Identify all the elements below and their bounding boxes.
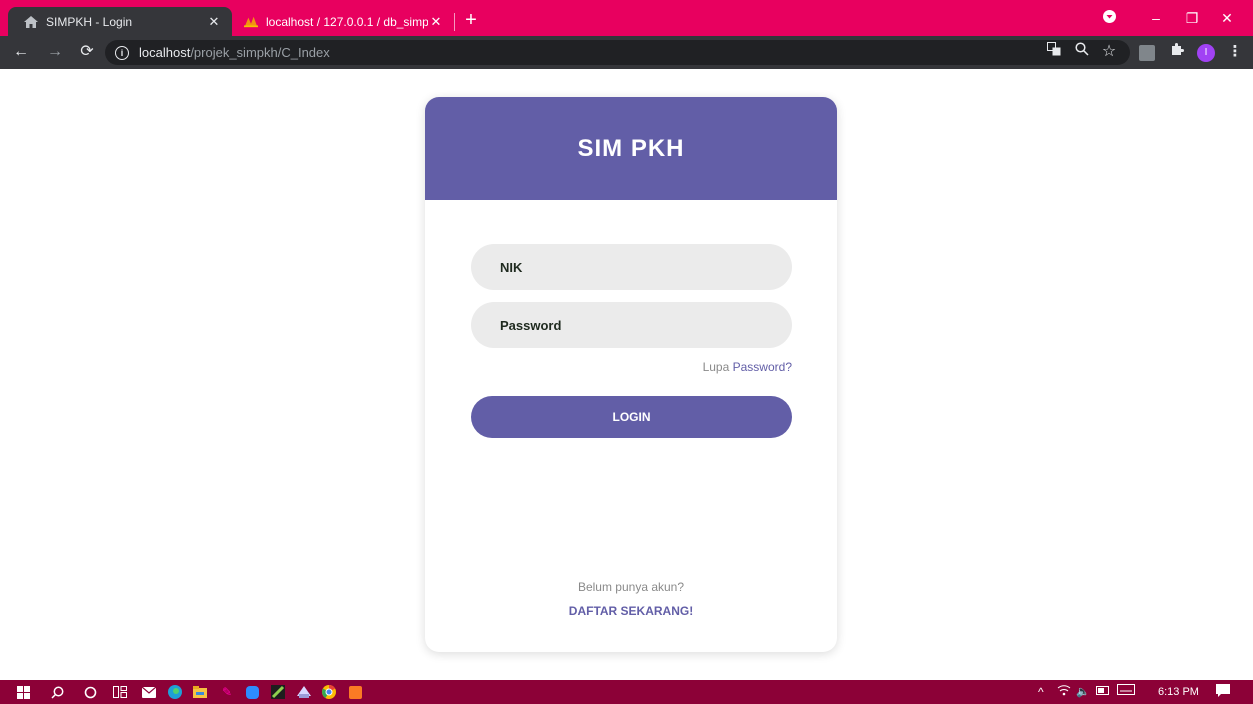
tab-title: SIMPKH - Login [46, 14, 133, 29]
signup-link[interactable]: DAFTAR SEKARANG! [425, 604, 837, 618]
password-input[interactable] [471, 302, 792, 348]
show-hidden-icons-chevron-icon[interactable]: ^ [1038, 684, 1044, 700]
cortana-icon[interactable] [81, 683, 99, 701]
profile-menu-circle-icon[interactable] [1097, 6, 1121, 30]
clock-time[interactable]: 6:13 PM [1158, 684, 1199, 700]
address-bar[interactable]: i localhost/projek_simpkh/C_Index [105, 40, 1130, 65]
extension-icon[interactable] [1139, 45, 1155, 61]
zoom-icon[interactable] [1071, 41, 1093, 63]
site-info-icon[interactable]: i [115, 45, 129, 60]
menu-kebab-icon[interactable]: ⋮ [1224, 41, 1246, 63]
house-icon [24, 15, 38, 29]
chrome-icon[interactable] [320, 683, 338, 701]
phpmyadmin-icon [244, 15, 258, 29]
task-view-icon[interactable] [111, 683, 129, 701]
login-button[interactable]: LOGIN [471, 396, 792, 438]
keyboard-icon[interactable] [1117, 684, 1135, 700]
zoom-app-icon[interactable] [243, 683, 261, 701]
login-card: SIM PKH Lupa Password? LOGIN Belum punya… [425, 97, 837, 652]
tab-simpkh-login[interactable]: SIMPKH - Login ✕ [8, 7, 232, 36]
back-arrow-icon[interactable]: ← [10, 41, 32, 63]
tab-title: localhost / 127.0.0.1 / db_simpkh [266, 14, 428, 29]
tab-close-icon[interactable]: ✕ [206, 14, 222, 30]
url-path: /projek_simpkh/C_Index [190, 45, 330, 60]
battery-icon[interactable] [1096, 684, 1110, 700]
close-window-icon[interactable]: ✕ [1215, 6, 1239, 30]
xampp-icon[interactable] [346, 683, 364, 701]
notification-center-icon[interactable] [1216, 684, 1230, 700]
extensions-puzzle-icon[interactable] [1166, 41, 1188, 63]
nik-input[interactable] [471, 244, 792, 290]
mail-icon[interactable] [140, 683, 158, 701]
signup-question: Belum punya akun? [577, 580, 685, 594]
translate-icon[interactable] [1043, 41, 1065, 63]
tab-divider [454, 13, 455, 31]
windows-taskbar: ✎ ^ 🔈 6:13 PM [0, 680, 1253, 704]
forgot-password: Lupa Password? [703, 360, 792, 374]
restore-icon[interactable]: ❐ [1180, 6, 1204, 30]
minimize-icon[interactable]: – [1144, 6, 1168, 30]
bookmark-star-icon[interactable]: ☆ [1098, 41, 1120, 63]
new-tab-plus-icon[interactable]: + [460, 10, 482, 32]
file-explorer-icon[interactable] [191, 683, 209, 701]
edge-icon[interactable] [166, 683, 184, 701]
forgot-password-link[interactable]: Password? [733, 360, 792, 374]
forward-arrow-icon[interactable]: → [44, 41, 66, 63]
wifi-icon[interactable] [1057, 684, 1071, 700]
forgot-prefix: Lupa [702, 360, 730, 374]
browser-tab-bar: SIMPKH - Login ✕ localhost / 127.0.0.1 /… [0, 0, 1253, 36]
url-host: localhost [139, 45, 191, 60]
login-card-header: SIM PKH [425, 97, 837, 200]
volume-icon[interactable]: 🔈 [1076, 684, 1090, 700]
tab-phpmyadmin[interactable]: localhost / 127.0.0.1 / db_simpkh ✕ [232, 7, 454, 36]
reload-icon[interactable]: ⟳ [76, 41, 98, 63]
profile-avatar[interactable]: I [1197, 44, 1215, 62]
browser-toolbar: ← → ⟳ i localhost/projek_simpkh/C_Index … [0, 36, 1253, 69]
search-icon[interactable] [48, 683, 66, 701]
notepad-plus-icon[interactable] [269, 683, 287, 701]
tab-close-icon[interactable]: ✕ [428, 14, 444, 30]
app-title: SIM PKH [577, 134, 685, 162]
windows-start-icon[interactable] [14, 683, 32, 701]
app-shortcut-icon[interactable] [295, 683, 313, 701]
pinned-app-icon[interactable]: ✎ [218, 683, 236, 701]
